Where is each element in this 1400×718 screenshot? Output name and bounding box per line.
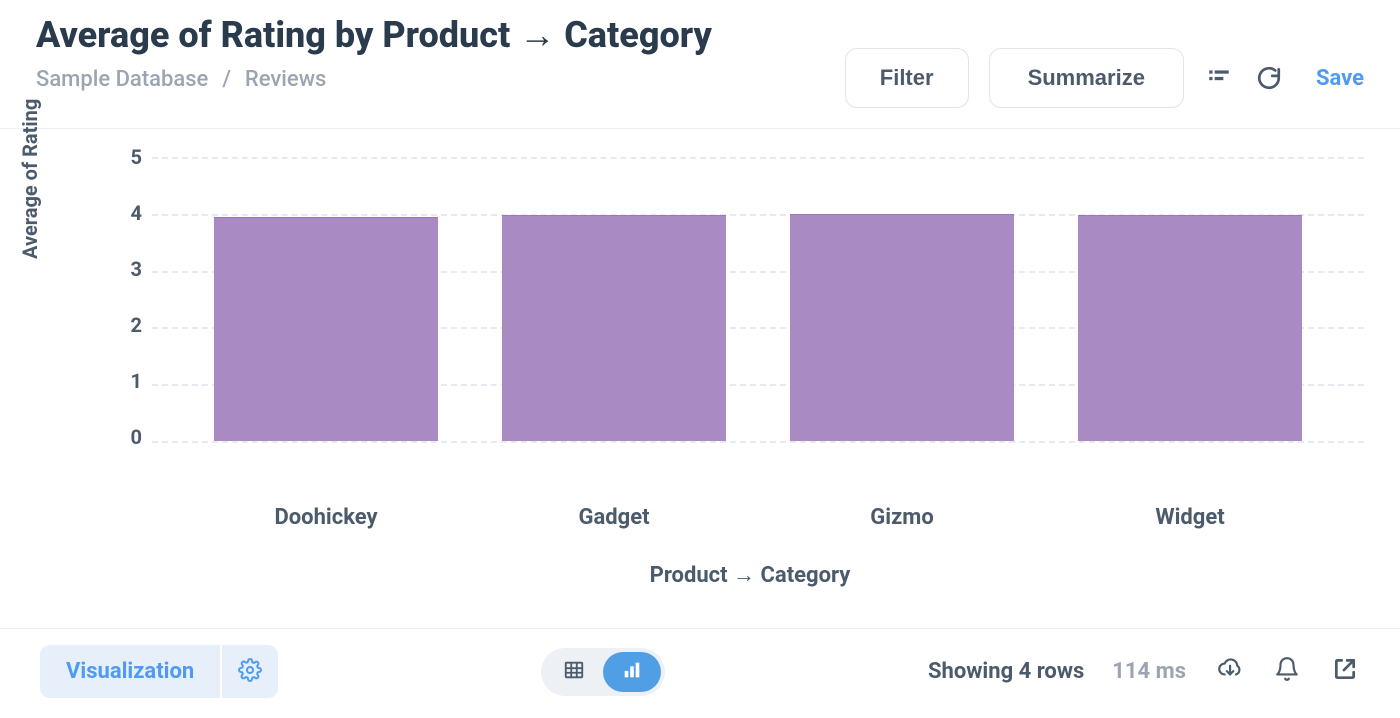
chart-bar[interactable] <box>790 214 1015 441</box>
x-axis: DoohickeyGadgetGizmoWidget <box>36 505 1364 530</box>
chart-bar[interactable] <box>1078 215 1303 441</box>
x-axis-ticks: DoohickeyGadgetGizmoWidget <box>152 505 1364 530</box>
row-count-text: Showing 4 rows <box>928 659 1084 684</box>
breadcrumb-database[interactable]: Sample Database <box>36 67 208 92</box>
bar-slot <box>470 157 758 441</box>
query-timing-text: 114 ms <box>1112 659 1186 684</box>
gear-icon <box>238 658 262 686</box>
summarize-button[interactable]: Summarize <box>989 48 1184 108</box>
download-button[interactable] <box>1214 657 1244 687</box>
refresh-icon[interactable] <box>1254 63 1284 93</box>
breadcrumb-separator: / <box>222 67 231 92</box>
x-axis-label: Product → Category <box>36 562 1364 588</box>
visualization-button[interactable]: Visualization <box>40 645 220 698</box>
footer-right: Showing 4 rows 114 ms <box>928 657 1360 687</box>
x-tick: Widget <box>1046 505 1334 530</box>
visualization-button-group: Visualization <box>40 645 278 698</box>
breadcrumb-table[interactable]: Reviews <box>245 67 326 92</box>
chart-view-toggle[interactable] <box>603 652 661 692</box>
bar-slot <box>1046 157 1334 441</box>
x-tick: Gizmo <box>758 505 1046 530</box>
title-block: Average of Rating by Product → Category … <box>36 14 712 92</box>
footer-left: Visualization <box>40 645 278 698</box>
chart-bar[interactable] <box>214 217 439 441</box>
view-toggle <box>541 648 665 696</box>
x-tick: Gadget <box>470 505 758 530</box>
y-axis: 543210 <box>72 157 152 437</box>
chart-area: 543210 <box>36 153 1364 493</box>
x-tick: Doohickey <box>182 505 470 530</box>
page-title: Average of Rating by Product → Category <box>36 14 712 57</box>
header-actions: Filter Summarize Save <box>845 48 1364 108</box>
header-bar: Average of Rating by Product → Category … <box>0 0 1400 129</box>
table-view-toggle[interactable] <box>545 652 603 692</box>
bar-chart-icon <box>621 659 643 685</box>
alerts-button[interactable] <box>1272 657 1302 687</box>
chart-plot <box>152 157 1364 441</box>
save-button[interactable]: Save <box>1316 66 1364 91</box>
cloud-download-icon <box>1216 656 1242 688</box>
footer-bar: Visualization Showing 4 rows 114 ms <box>0 628 1400 718</box>
gridline <box>152 441 1364 443</box>
table-icon <box>563 659 585 685</box>
breadcrumb: Sample Database / Reviews <box>36 67 712 92</box>
chart-container: Average of Rating 543210 DoohickeyGadget… <box>0 129 1400 579</box>
chart-bars <box>152 157 1364 441</box>
bar-slot <box>182 157 470 441</box>
bar-slot <box>758 157 1046 441</box>
bell-icon <box>1274 656 1300 688</box>
share-button[interactable] <box>1330 657 1360 687</box>
visualization-settings-button[interactable] <box>220 645 278 698</box>
question-detail-icon[interactable] <box>1204 63 1234 93</box>
chart-bar[interactable] <box>502 215 727 441</box>
share-arrow-icon <box>1332 656 1358 688</box>
filter-button[interactable]: Filter <box>845 48 969 108</box>
